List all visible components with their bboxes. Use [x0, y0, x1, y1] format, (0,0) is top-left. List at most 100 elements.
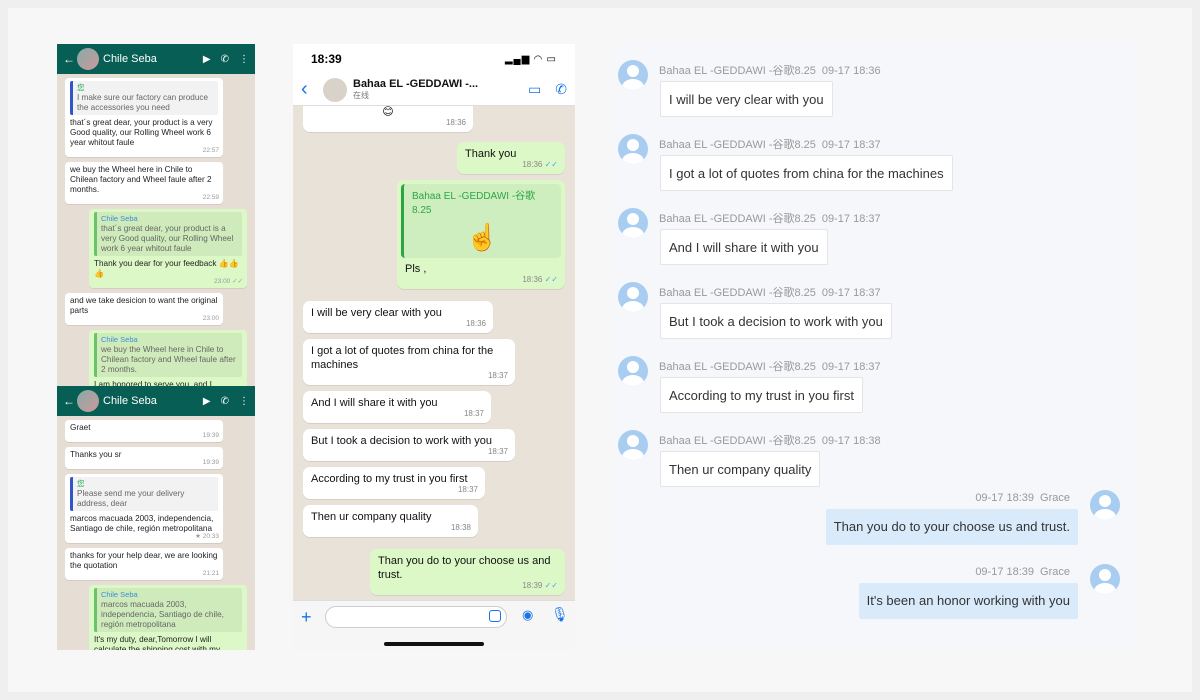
read-tick-icon: ✓✓ [544, 160, 558, 169]
avatar[interactable] [77, 48, 99, 70]
message-time: 22:59 [202, 194, 219, 201]
message-bubble[interactable]: Then ur company quality [660, 451, 821, 487]
quoted-message[interactable]: Chile Seba marcos macuada 2003, independe… [94, 588, 242, 632]
time-text: 18:36 [522, 160, 543, 169]
user-avatar-icon[interactable] [618, 282, 648, 312]
message-bubble[interactable]: And I will share it with you 18:37 [303, 391, 491, 423]
message-time: 09-17 18:37 [821, 139, 881, 151]
message-time: 18:39 ✓✓ [522, 579, 558, 593]
message-meta: Bahaa EL -GEDDAWI -谷歌8.25 09-17 18:37 [659, 358, 881, 374]
back-chevron-icon[interactable]: ‹ [301, 78, 323, 101]
message-bubble[interactable]: But I took a decision to work with you [660, 303, 892, 339]
quoted-message[interactable]: Bahaa EL -GEDDAWI -谷歌8.25 ☝️ [401, 184, 561, 258]
message-bubble[interactable]: Then ur company quality 18:38 [303, 505, 478, 537]
android-chat-header: ← Chile Seba ▶ ✆ ⋮ [57, 386, 255, 416]
read-tick-icon: ✓✓ [544, 581, 558, 590]
message-text: Graet [70, 423, 91, 432]
sender-name: Bahaa EL -GEDDAWI -谷歌8.25 [659, 435, 816, 447]
message-time: 18:37 [488, 369, 508, 383]
message-bubble[interactable]: I will be very clear with you [660, 81, 833, 117]
message-bubble[interactable]: thanks for your help dear, we are lookin… [65, 548, 223, 580]
video-icon[interactable]: ▶ [203, 54, 211, 65]
time-text: 18:38 [450, 523, 471, 532]
avatar[interactable] [323, 77, 347, 102]
user-avatar-icon[interactable] [618, 430, 648, 460]
user-avatar-icon[interactable] [1090, 490, 1120, 520]
message-time: 23:00 [202, 315, 219, 322]
camera-icon[interactable]: ◉ [522, 607, 533, 623]
user-avatar-icon[interactable] [618, 356, 648, 386]
back-arrow-icon[interactable]: ← [63, 394, 75, 408]
message-time: 18:37 [464, 407, 484, 421]
message-bubble[interactable]: It's been an honor working with you [858, 583, 1078, 619]
android-chat-top: ← Chile Seba ▶ ✆ ⋮ 您I make sure our fact… [57, 44, 255, 386]
quoted-message[interactable]: Chile Seba that´s great dear, your produc… [94, 212, 242, 256]
user-avatar-icon[interactable] [618, 208, 648, 238]
message-bubble[interactable]: I got a lot of quotes from china for the… [303, 339, 515, 385]
message-text: 😊 [382, 106, 394, 118]
android-chat-bottom: ← Chile Seba ▶ ✆ ⋮ Graet 19:39 Thanks you … [57, 386, 255, 650]
message-bubble[interactable]: 您 Please send me your delivery address, d… [65, 474, 223, 543]
quoted-message[interactable]: 您 Please send me your delivery address, d… [70, 477, 218, 511]
message-text: Thank you dear for your feedback 👍👍👍 [94, 259, 240, 278]
chat-message-row: Bahaa EL -GEDDAWI -谷歌8.25 09-17 18:37 And … [612, 192, 1134, 265]
avatar[interactable] [77, 390, 99, 412]
message-bubble[interactable]: 您I make sure our factory can produce the… [65, 78, 223, 157]
more-vertical-icon[interactable]: ⋮ [239, 54, 249, 65]
user-avatar-icon[interactable] [618, 134, 648, 164]
message-bubble[interactable]: According to my trust in you first 18:37 [303, 467, 485, 499]
plus-icon[interactable]: + [301, 607, 312, 628]
user-avatar-icon[interactable] [618, 60, 648, 90]
message-bubble[interactable]: Chile Seba we buy the Wheel here in Chile… [89, 330, 247, 386]
message-group: I will be very clear with you 18:36 I got … [303, 301, 565, 600]
phone-icon[interactable]: ✆ [555, 81, 567, 98]
user-avatar-icon[interactable] [1090, 564, 1120, 594]
quoted-sender: 您 [77, 479, 85, 488]
message-time: 18:36 ✓✓ [522, 273, 558, 287]
sender-name: Bahaa EL -GEDDAWI -谷歌8.25 [659, 287, 816, 299]
message-bubble[interactable]: 😊 18:36 [303, 106, 473, 132]
composer-bar: + ◉ 🎙 [293, 600, 575, 650]
message-bubble[interactable]: According to my trust in you first [660, 377, 863, 413]
message-bubble[interactable]: I will be very clear with you 18:36 [303, 301, 493, 333]
message-bubble[interactable]: Thanks you sr 19:39 [65, 447, 223, 469]
sender-name: Bahaa EL -GEDDAWI -谷歌8.25 [659, 65, 816, 77]
message-bubble[interactable]: Graet 19:39 [65, 420, 223, 442]
message-bubble[interactable]: Than you do to your choose us and trust. [825, 509, 1078, 545]
quoted-sender: Chile Seba [101, 335, 138, 344]
chat-message-row: Bahaa EL -GEDDAWI -谷歌8.25 09-17 18:37 I go… [612, 118, 1134, 191]
message-bubble[interactable]: Thank you 18:36 ✓✓ [457, 142, 565, 174]
message-bubble[interactable]: we buy the Wheel here in Chile to Chilea… [65, 162, 223, 204]
video-call-icon[interactable]: ▭ [528, 81, 541, 98]
message-bubble[interactable]: I got a lot of quotes from china for the… [660, 155, 953, 191]
phone-icon[interactable]: ✆ [221, 396, 229, 407]
quoted-sender: Bahaa EL -GEDDAWI -谷歌8.25 [412, 191, 536, 216]
time-text: 18:36 [465, 319, 486, 328]
message-bubble[interactable]: And I will share it with you [660, 229, 828, 265]
message-bubble[interactable]: Chile Seba that´s great dear, your produc… [89, 209, 247, 288]
contact-info[interactable]: Bahaa EL -GEDDAWI -... 在线 [353, 78, 514, 101]
message-input[interactable] [325, 606, 507, 628]
phone-icon[interactable]: ✆ [221, 54, 229, 65]
back-arrow-icon[interactable]: ← [63, 52, 75, 66]
sender-name: Bahaa EL -GEDDAWI -谷歌8.25 [659, 213, 816, 225]
message-text: Thanks you sr [70, 450, 122, 459]
contact-name[interactable]: Chile Seba [103, 395, 193, 407]
message-bubble[interactable]: and we take desicion to want the origina… [65, 293, 223, 325]
quoted-message[interactable]: Chile Seba we buy the Wheel here in Chile… [94, 333, 242, 377]
message-bubble[interactable]: Than you do to your choose us and trust.… [370, 549, 565, 595]
quoted-message[interactable]: 您I make sure our factory can produce the… [70, 81, 218, 115]
message-time: 09-17 18:37 [821, 361, 881, 373]
message-bubble[interactable]: But I took a decision to work with you 18… [303, 429, 515, 461]
video-icon[interactable]: ▶ [203, 396, 211, 407]
more-vertical-icon[interactable]: ⋮ [239, 396, 249, 407]
reply-message-bubble[interactable]: Bahaa EL -GEDDAWI -谷歌8.25 ☝️ Pls , 18:36… [397, 180, 565, 289]
message-time: 09-17 18:36 [821, 65, 881, 77]
microphone-icon[interactable]: 🎙 [551, 606, 569, 623]
read-tick-icon: ✓✓ [544, 275, 558, 284]
sticker-icon[interactable] [489, 610, 501, 622]
pointing-up-emoji: ☝️ [466, 222, 499, 252]
message-bubble[interactable]: Chile Seba marcos macuada 2003, independe… [89, 585, 247, 650]
message-time: 18:36 [445, 118, 466, 127]
contact-name[interactable]: Chile Seba [103, 53, 193, 65]
